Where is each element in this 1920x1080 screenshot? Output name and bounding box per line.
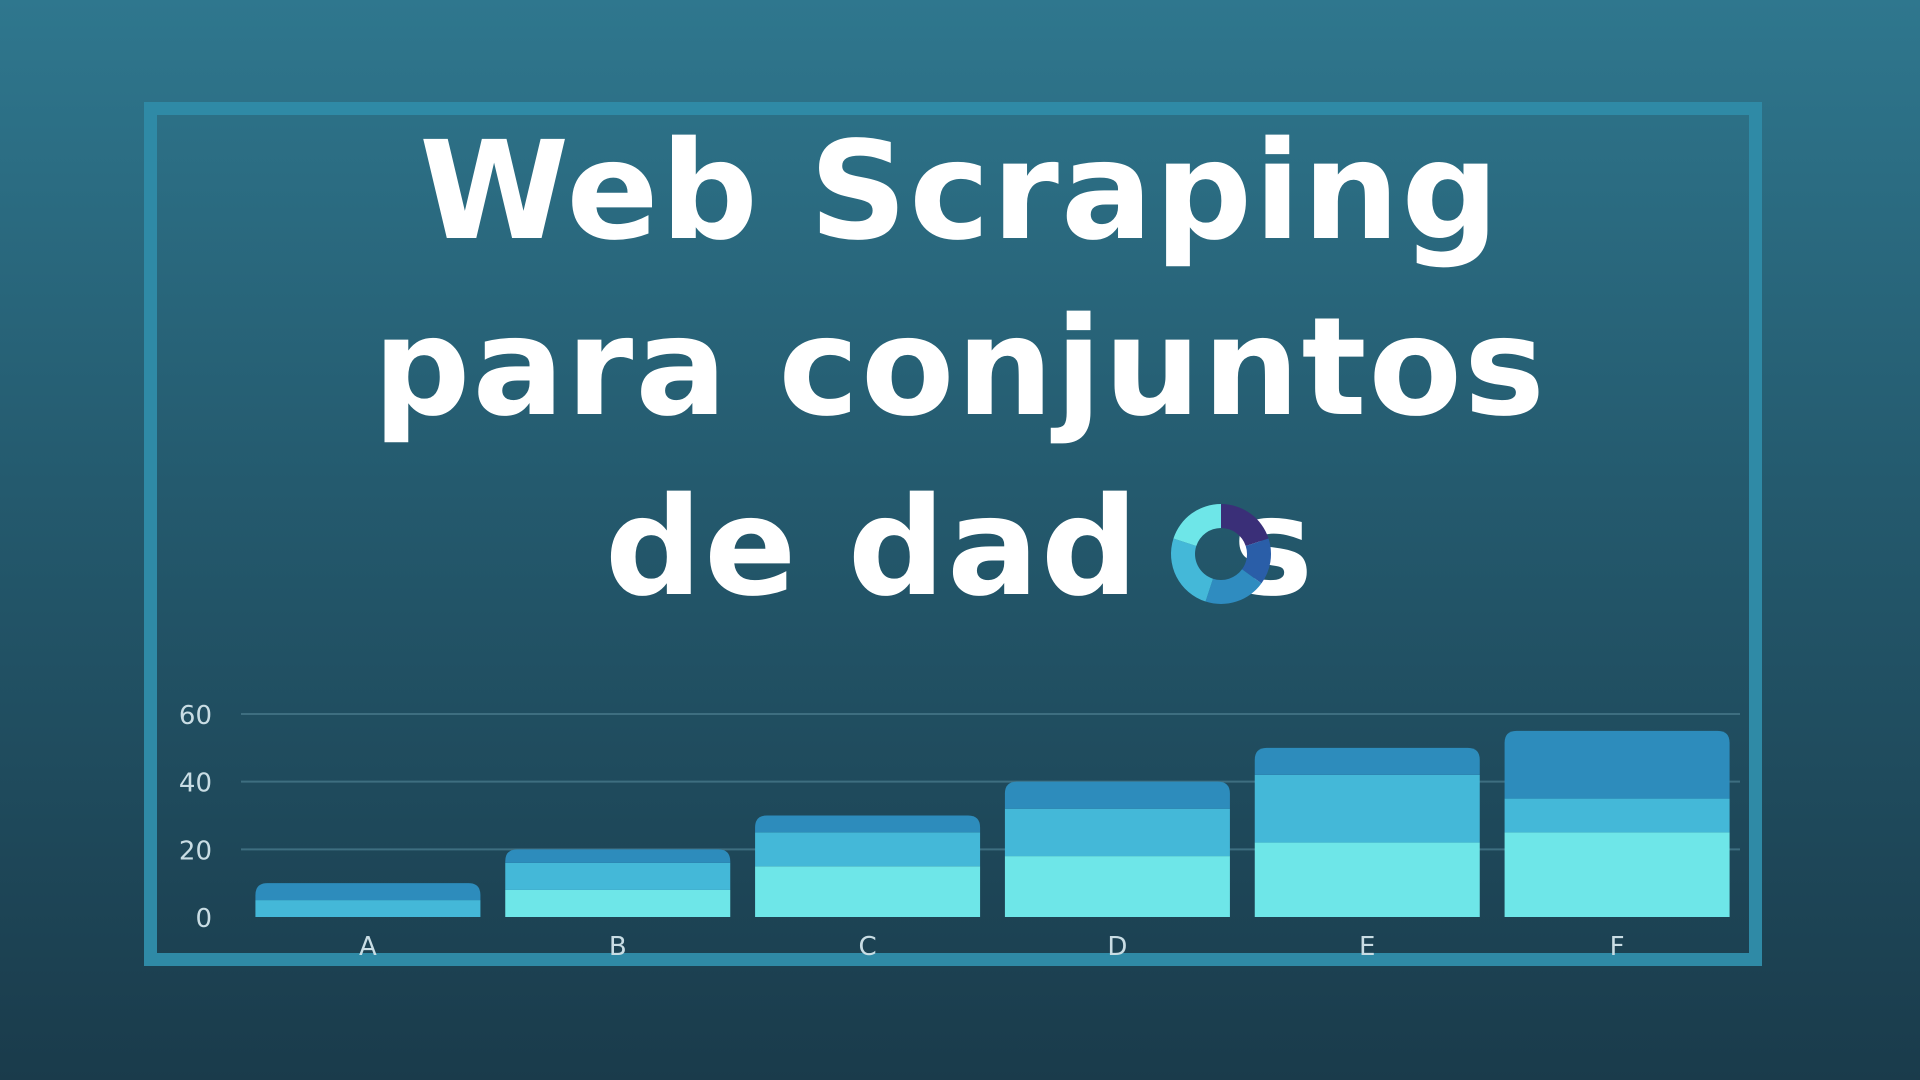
bar-segment (255, 883, 481, 901)
x-tick-label: D (1107, 932, 1127, 962)
bar-segment (755, 815, 981, 833)
bar-segment (1004, 781, 1230, 809)
stacked-bar-chart: 0 20 40 60 A B C D E F (179, 701, 1740, 962)
x-tick-label: C (859, 932, 877, 962)
y-tick-label: 20 (179, 836, 212, 866)
bar-segment (1254, 842, 1480, 917)
x-tick-label: A (359, 932, 377, 962)
bar-segment (1254, 747, 1480, 775)
y-tick-label: 40 (179, 769, 212, 799)
bar-segment (1504, 798, 1730, 833)
bar-segment (1504, 730, 1730, 799)
x-tick-label: F (1610, 932, 1625, 962)
bar-segment (505, 862, 731, 890)
y-tick-label: 0 (195, 904, 212, 934)
bar-segment (1254, 774, 1480, 843)
bar-segment (505, 849, 731, 863)
x-tick-label: E (1359, 932, 1375, 962)
bar-segment (505, 889, 731, 917)
y-tick-label: 60 (179, 701, 212, 731)
bar-segment (1504, 832, 1730, 917)
bar-segment (1004, 856, 1230, 917)
bar-segment (755, 832, 981, 867)
x-tick-label: B (609, 932, 627, 962)
bar-segment (755, 866, 981, 917)
bar-segment (1004, 808, 1230, 857)
bar-segment (255, 900, 481, 917)
